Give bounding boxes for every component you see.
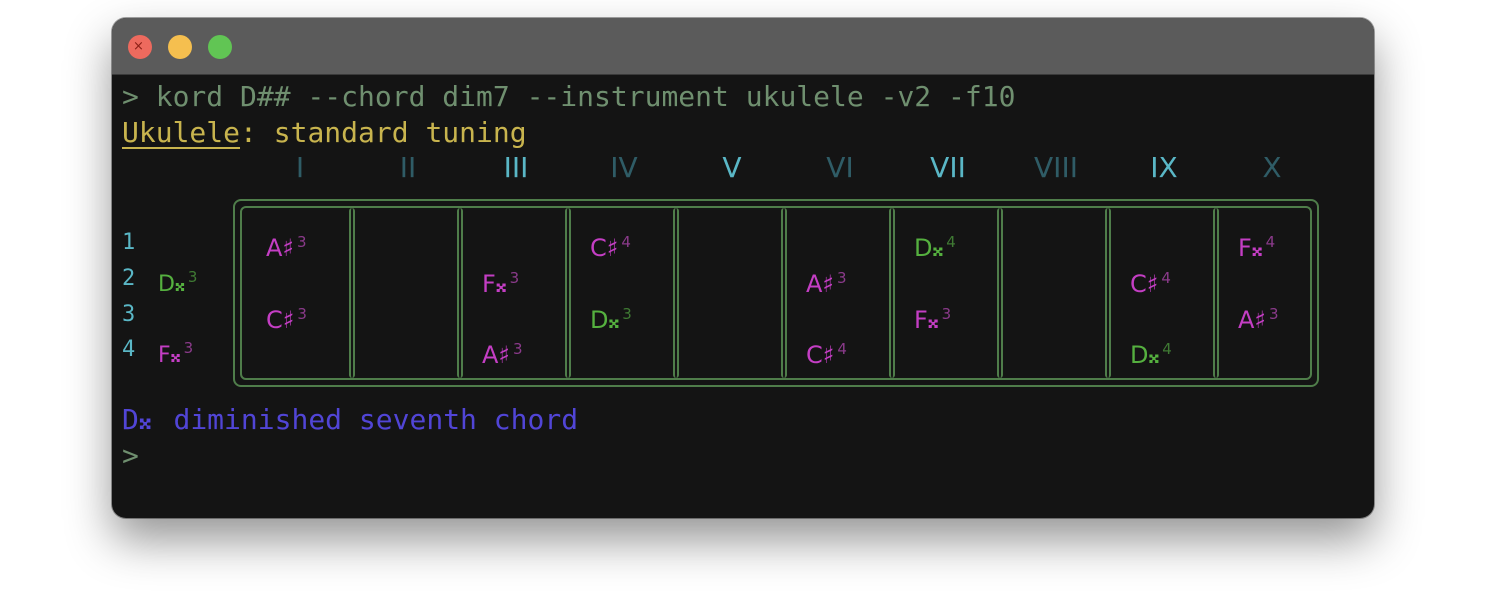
string-number: 4 [122,337,136,362]
note-name: F𝄪 [482,270,507,298]
fret-note: C♯ 4 [590,228,631,262]
fret-label: IX [1150,151,1178,184]
fret-note: C♯ 4 [1130,264,1171,298]
fret-label: X [1262,151,1282,184]
fret-note: C♯ 3 [266,300,307,334]
note-octave: 4 [1265,233,1276,251]
fret-divider [889,208,895,378]
fret-note: A♯ 3 [1238,300,1279,334]
fret-divider [349,208,355,378]
tuning-line: Ukulele: standard tuning [122,115,527,151]
chord-description: diminished seventh chord [173,403,579,436]
fret-note: C♯ 4 [806,335,847,369]
note-name: C♯ [266,306,295,334]
tuning-text: : standard tuning [240,116,527,149]
command-line: > kord D## --chord dim7 --instrument uku… [122,80,1016,113]
note-octave: 3 [513,340,523,358]
fret-note: D𝄪 4 [914,228,956,262]
note-octave: 3 [297,233,307,251]
note-name: F𝄪 [1238,234,1263,262]
terminal-window: × > kord D## --chord dim7 --instrument u… [112,18,1374,518]
open-note-name: F𝄪 [158,343,181,368]
maximize-window-button[interactable] [208,35,232,59]
chord-summary: D𝄪 diminished seventh chord [122,402,578,438]
fret-label: V [722,151,742,184]
note-octave: 4 [837,340,847,358]
shell-prompt[interactable]: > [122,438,139,474]
close-window-button[interactable]: × [128,35,152,59]
fret-label: IV [610,151,638,184]
note-octave: 4 [621,233,631,251]
fret-label: VII [930,151,966,184]
open-string-note: F𝄪 3 [158,335,193,369]
open-note-octave: 3 [187,268,198,286]
fret-note: A♯ 3 [266,228,307,262]
chord-root: D𝄪 [122,403,152,436]
instrument-name: Ukulele [122,116,241,149]
note-name: A♯ [1238,306,1267,334]
note-name: C♯ [590,234,619,262]
fret-label: I [295,151,305,184]
note-name: D𝄪 [914,234,944,262]
note-octave: 3 [1269,305,1279,323]
note-name: D𝄪 [590,306,620,334]
fret-note: A♯ 3 [806,264,847,298]
title-bar[interactable]: × [112,18,1374,75]
fret-divider [781,208,787,378]
fret-note: D𝄪 3 [590,300,632,334]
note-octave: 4 [946,233,956,251]
fret-label: III [503,151,529,184]
note-octave: 4 [1161,269,1171,287]
fret-divider [1105,208,1111,378]
note-name: F𝄪 [914,306,939,334]
note-octave: 3 [509,269,520,287]
string-number: 2 [122,266,136,291]
fret-note: F𝄪 4 [1238,228,1275,262]
open-note-octave: 3 [183,339,194,357]
fret-note: F𝄪 3 [914,300,951,334]
fret-note: D𝄪 4 [1130,335,1172,369]
note-name: A♯ [806,270,835,298]
fret-label: VI [826,151,854,184]
note-name: A♯ [266,234,295,262]
note-octave: 3 [297,305,307,323]
fret-note: F𝄪 3 [482,264,519,298]
fret-divider [673,208,679,378]
minimize-window-button[interactable] [168,35,192,59]
fret-divider [457,208,463,378]
open-string-note: D𝄪 3 [158,264,197,298]
fret-divider [997,208,1003,378]
fret-note: A♯ 3 [482,335,523,369]
note-octave: 4 [1162,340,1172,358]
fret-divider [565,208,571,378]
fret-label: VIII [1034,151,1078,184]
note-octave: 3 [837,269,847,287]
string-number: 3 [122,302,136,327]
fret-label: II [399,151,417,184]
open-note-name: D𝄪 [158,272,185,297]
close-icon: × [133,39,144,54]
string-number: 1 [122,230,136,255]
note-name: D𝄪 [1130,341,1160,369]
note-octave: 3 [622,305,632,323]
note-name: A♯ [482,341,511,369]
note-name: C♯ [1130,270,1159,298]
note-octave: 3 [941,305,952,323]
fret-divider [1213,208,1219,378]
note-name: C♯ [806,341,835,369]
